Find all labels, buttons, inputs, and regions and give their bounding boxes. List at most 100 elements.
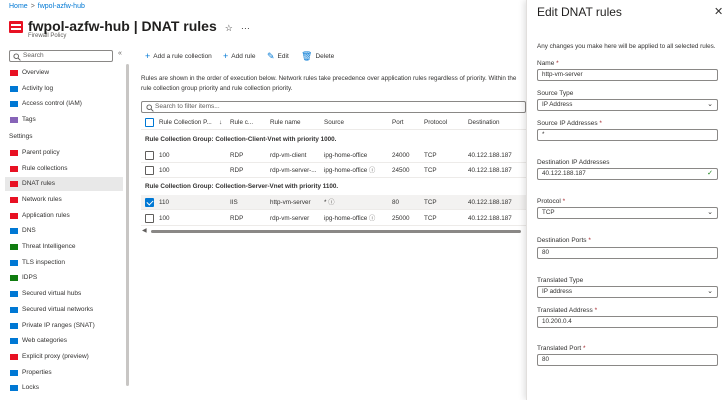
shield-icon bbox=[10, 244, 18, 250]
protocol-label: Protocol * bbox=[537, 198, 566, 205]
rules-grid: Rule Collection P... ↓ Rule c... Rule na… bbox=[141, 115, 526, 230]
sidebar-item-parent-policy[interactable]: Parent policy bbox=[5, 146, 123, 160]
table-row[interactable]: 100 RDP rdp-vm-server ipg-home-office ⓘ … bbox=[141, 211, 526, 226]
row-checkbox[interactable] bbox=[145, 151, 154, 160]
sidebar-item-access-control-iam[interactable]: Access control (IAM) bbox=[5, 97, 123, 111]
select-all-checkbox[interactable] bbox=[145, 118, 154, 127]
col-port[interactable]: Port bbox=[392, 115, 404, 130]
sidebar-item-dns[interactable]: DNS bbox=[5, 224, 123, 238]
info-icon: ⓘ bbox=[369, 215, 376, 222]
sidebar-item-label: Properties bbox=[22, 368, 52, 376]
panel-title: Edit DNAT rules bbox=[537, 5, 622, 19]
translated-type-select[interactable]: IP address ⌄ bbox=[537, 286, 718, 298]
col-rule-name[interactable]: Rule name bbox=[270, 115, 300, 130]
sidebar-item-label: DNAT rules bbox=[22, 180, 55, 188]
panel-description: Any changes you make here will be applie… bbox=[537, 43, 716, 50]
source-type-select[interactable]: IP Address ⌄ bbox=[537, 99, 718, 111]
sidebar-item-label: Overview bbox=[22, 69, 50, 76]
scrollbar-thumb[interactable] bbox=[151, 230, 521, 233]
info-icon: ⓘ bbox=[328, 199, 335, 206]
group-row: Rule Collection Group: Collection-Server… bbox=[145, 183, 339, 190]
sidebar-item-overview[interactable]: Overview bbox=[5, 66, 123, 80]
table-row[interactable]: 100 RDP rdp-vm-client ipg-home-office 24… bbox=[141, 148, 526, 163]
sidebar-item-web-categories[interactable]: Web categories bbox=[5, 334, 123, 348]
sidebar-item-activity-log[interactable]: Activity log bbox=[5, 82, 123, 96]
translated-address-field[interactable]: 10.200.0.4 bbox=[537, 316, 718, 328]
translated-port-label: Translated Port * bbox=[537, 345, 586, 352]
destination-ports-field[interactable]: 80 bbox=[537, 247, 718, 259]
row-checkbox[interactable] bbox=[145, 214, 154, 223]
delete-button[interactable]: 🗑 Delete bbox=[301, 50, 334, 61]
sidebar-item-locks[interactable]: Locks bbox=[5, 381, 123, 395]
sidebar-item-idps[interactable]: IDPS bbox=[5, 271, 123, 285]
policy-icon bbox=[10, 149, 18, 156]
group-row: Rule Collection Group: Collection-Client… bbox=[145, 136, 337, 143]
destination-ip-field[interactable]: 40.122.188.187 ✓ bbox=[537, 168, 718, 180]
sidebar-item-properties[interactable]: Properties bbox=[5, 366, 123, 380]
sidebar-search-input[interactable]: Search bbox=[9, 50, 113, 62]
activity-log-icon bbox=[10, 85, 18, 92]
sort-desc-icon[interactable]: ↓ bbox=[219, 115, 222, 130]
sidebar-scrollbar[interactable] bbox=[126, 64, 129, 386]
sidebar-item-secured-virtual-hubs[interactable]: Secured virtual hubs bbox=[5, 287, 123, 301]
sidebar-item-dnat-rules[interactable]: DNAT rules bbox=[5, 177, 123, 192]
sidebar-item-label: Private IP ranges (SNAT) bbox=[22, 321, 95, 329]
favorite-star-icon[interactable]: ☆ bbox=[225, 23, 233, 33]
more-options-icon[interactable]: ··· bbox=[241, 23, 250, 33]
breadcrumb-home[interactable]: Home bbox=[9, 3, 28, 10]
proxy-icon bbox=[10, 353, 18, 360]
table-row[interactable]: 100 RDP rdp-vm-server-... ipg-home-offic… bbox=[141, 163, 526, 178]
iam-icon bbox=[10, 101, 18, 108]
scroll-left-icon[interactable]: ◀ bbox=[142, 227, 147, 234]
close-icon[interactable]: ✕ bbox=[714, 5, 723, 18]
trash-icon: 🗑 bbox=[301, 51, 313, 61]
collapse-sidebar-icon[interactable]: « bbox=[118, 50, 122, 57]
app-rules-icon bbox=[10, 212, 18, 219]
sidebar-item-label: Secured virtual networks bbox=[22, 305, 94, 313]
sidebar-item-application-rules[interactable]: Application rules bbox=[5, 209, 123, 223]
sidebar-item-secured-virtual-networks[interactable]: Secured virtual networks bbox=[5, 303, 123, 317]
sidebar-item-label: Web categories bbox=[22, 337, 68, 345]
network-rules-icon bbox=[10, 196, 18, 203]
translated-port-field[interactable]: 80 bbox=[537, 354, 718, 366]
row-checkbox-checked[interactable] bbox=[145, 198, 154, 207]
breadcrumb-current[interactable]: fwpol-azfw-hub bbox=[38, 3, 85, 10]
dns-icon bbox=[10, 228, 18, 235]
sidebar-item-label: Network rules bbox=[22, 195, 62, 203]
firewall-policy-icon bbox=[9, 21, 23, 33]
table-row-selected[interactable]: 110 IIS http-vm-server * ⓘ 80 TCP 40.122… bbox=[141, 195, 526, 210]
destination-ip-label: Destination IP Addresses bbox=[537, 159, 610, 166]
sidebar-item-rule-collections[interactable]: Rule collections bbox=[5, 162, 123, 176]
col-source[interactable]: Source bbox=[324, 115, 344, 130]
filter-input[interactable]: Search to filter items... bbox=[141, 101, 526, 113]
sidebar-section-settings: Settings bbox=[9, 132, 33, 140]
sidebar-item-tls-inspection[interactable]: TLS inspection bbox=[5, 256, 123, 270]
checkmark-icon: ✓ bbox=[707, 170, 713, 177]
firewall-policy-page: Home > fwpol-azfw-hub fwpol-azfw-hub | DNA… bbox=[0, 0, 727, 400]
sidebar-item-network-rules[interactable]: Network rules bbox=[5, 193, 123, 207]
sidebar-item-label: Parent policy bbox=[22, 148, 60, 156]
translated-type-label: Translated Type bbox=[537, 277, 584, 284]
dnat-icon bbox=[10, 181, 18, 188]
col-rule-collection[interactable]: Rule c... bbox=[230, 115, 253, 130]
add-rule-collection-button[interactable]: + Add a rule collection bbox=[145, 50, 212, 61]
source-ip-field[interactable]: * bbox=[537, 129, 718, 141]
horizontal-scrollbar[interactable]: ◀ bbox=[141, 227, 526, 234]
sidebar-item-label: DNS bbox=[22, 227, 36, 235]
row-checkbox[interactable] bbox=[145, 166, 154, 175]
sidebar-item-tags[interactable]: Tags bbox=[5, 113, 123, 127]
protocol-select[interactable]: TCP ⌄ bbox=[537, 207, 718, 219]
info-icon: ⓘ bbox=[369, 167, 376, 174]
sidebar-item-explicit-proxy-preview[interactable]: Explicit proxy (preview) bbox=[5, 350, 123, 364]
col-protocol[interactable]: Protocol bbox=[424, 115, 447, 130]
col-rule-collection-priority[interactable]: Rule Collection P... bbox=[159, 115, 212, 130]
sidebar-item-private-ip-ranges-snat[interactable]: Private IP ranges (SNAT) bbox=[5, 319, 123, 333]
add-rule-button[interactable]: + Add rule bbox=[223, 50, 255, 61]
hub-icon bbox=[10, 291, 18, 298]
sidebar-item-threat-intelligence[interactable]: Threat Intelligence bbox=[5, 240, 123, 254]
edit-button[interactable]: ✎ Edit bbox=[267, 50, 289, 61]
breadcrumb: Home > fwpol-azfw-hub bbox=[9, 3, 85, 10]
name-field[interactable]: http-vm-server bbox=[537, 69, 718, 81]
page-title: fwpol-azfw-hub | DNAT rules ☆ ··· bbox=[28, 18, 250, 34]
col-destination[interactable]: Destination bbox=[468, 115, 500, 130]
